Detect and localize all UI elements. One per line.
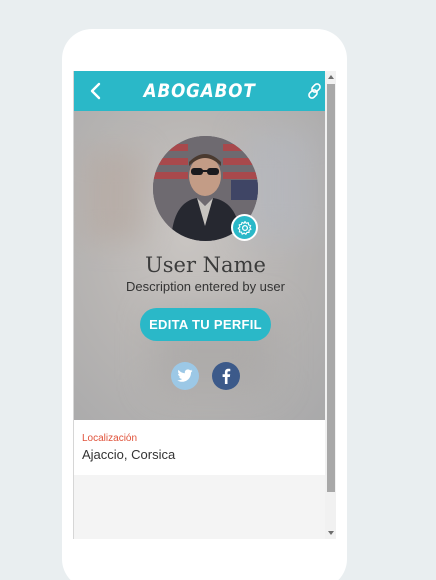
settings-button[interactable] [231, 214, 258, 241]
triangle-down-icon [328, 531, 334, 535]
location-section: Localización Ajaccio, Corsica [74, 420, 325, 475]
facebook-button[interactable] [212, 362, 240, 390]
user-description: Description entered by user [126, 279, 285, 294]
scroll-down-arrow[interactable] [325, 527, 336, 539]
scrollbar-thumb[interactable] [327, 84, 335, 492]
back-button[interactable] [84, 79, 108, 103]
link-icon [308, 83, 321, 99]
location-value: Ajaccio, Corsica [82, 447, 176, 462]
edit-profile-button[interactable]: EDITA TU PERFIL [140, 308, 271, 341]
twitter-icon [177, 369, 193, 382]
user-name: User Name [145, 253, 266, 277]
share-link-button[interactable] [303, 79, 327, 103]
triangle-up-icon [328, 75, 334, 79]
location-label: Localización [82, 433, 138, 444]
twitter-button[interactable] [171, 362, 199, 390]
app-header: ABOGABOT [74, 71, 325, 111]
facebook-icon [222, 368, 231, 384]
gear-icon [237, 220, 252, 235]
scroll-up-arrow[interactable] [325, 71, 336, 83]
vertical-scrollbar[interactable] [325, 71, 336, 539]
app-screen: ABOGABOT User Name Description entered b… [73, 71, 336, 539]
app-title: ABOGABOT [143, 80, 256, 102]
background-blur [84, 151, 144, 241]
profile-hero: User Name Description entered by user ED… [74, 111, 325, 420]
chevron-left-icon [90, 82, 101, 100]
